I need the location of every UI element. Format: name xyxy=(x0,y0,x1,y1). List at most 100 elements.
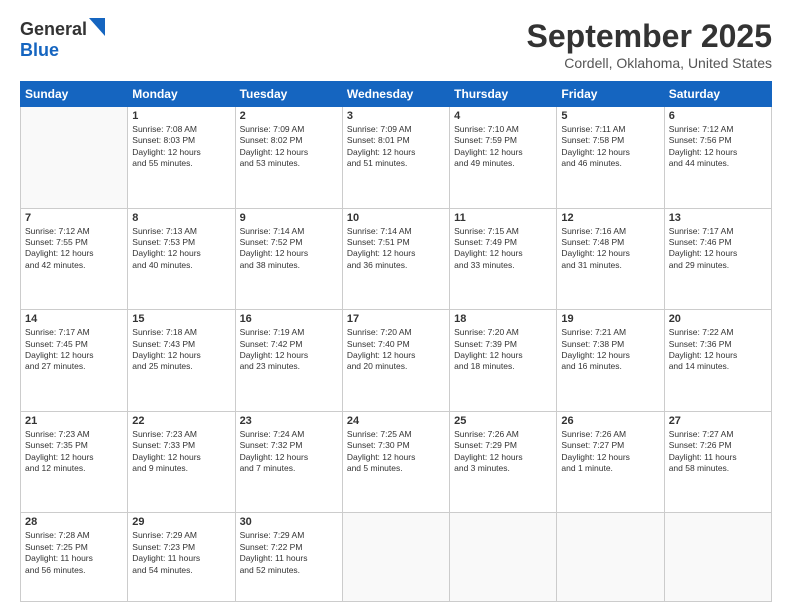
day-info: Sunrise: 7:14 AMSunset: 7:52 PMDaylight:… xyxy=(240,226,338,272)
day-number: 2 xyxy=(240,110,338,122)
day-number: 17 xyxy=(347,313,445,325)
calendar-cell: 2Sunrise: 7:09 AMSunset: 8:02 PMDaylight… xyxy=(235,107,342,209)
day-number: 6 xyxy=(669,110,767,122)
calendar-cell: 7 Sunrise: 7:12 AMSunset: 7:55 PMDaylight… xyxy=(21,208,128,310)
calendar-week-4: 21 Sunrise: 7:23 AMSunset: 7:35 PMDayligh… xyxy=(21,411,772,513)
day-number: 29 xyxy=(132,516,230,528)
day-info: Sunrise: 7:23 AMSunset: 7:35 PMDaylight:… xyxy=(25,429,123,475)
calendar-week-5: 28 Sunrise: 7:28 AMSunset: 7:25 PMDayligh… xyxy=(21,513,772,602)
day-info: Sunrise: 7:08 AMSunset: 8:03 PMDaylight:… xyxy=(132,124,230,170)
calendar-cell xyxy=(557,513,664,602)
col-friday: Friday xyxy=(557,82,664,107)
day-info: Sunrise: 7:24 AMSunset: 7:32 PMDaylight:… xyxy=(240,429,338,475)
calendar-cell: 26Sunrise: 7:26 AMSunset: 7:27 PMDayligh… xyxy=(557,411,664,513)
day-number: 13 xyxy=(669,212,767,224)
col-tuesday: Tuesday xyxy=(235,82,342,107)
day-info: Sunrise: 7:27 AMSunset: 7:26 PMDaylight:… xyxy=(669,429,767,475)
calendar-cell: 5Sunrise: 7:11 AMSunset: 7:58 PMDaylight… xyxy=(557,107,664,209)
day-info: Sunrise: 7:29 AMSunset: 7:23 PMDaylight:… xyxy=(132,530,230,576)
day-number: 24 xyxy=(347,415,445,427)
calendar-week-3: 14 Sunrise: 7:17 AMSunset: 7:45 PMDayligh… xyxy=(21,310,772,412)
calendar-cell: 12 Sunrise: 7:16 AMSunset: 7:48 PMDayligh… xyxy=(557,208,664,310)
calendar-cell: 13 Sunrise: 7:17 AMSunset: 7:46 PMDayligh… xyxy=(664,208,771,310)
calendar-week-1: 1 Sunrise: 7:08 AMSunset: 8:03 PMDaylight… xyxy=(21,107,772,209)
day-number: 8 xyxy=(132,212,230,224)
day-info: Sunrise: 7:25 AMSunset: 7:30 PMDaylight:… xyxy=(347,429,445,475)
day-info: Sunrise: 7:29 AMSunset: 7:22 PMDaylight:… xyxy=(240,530,338,576)
calendar-cell xyxy=(450,513,557,602)
location-text: Cordell, Oklahoma, United States xyxy=(527,55,772,71)
calendar-cell: 11 Sunrise: 7:15 AMSunset: 7:49 PMDayligh… xyxy=(450,208,557,310)
calendar-cell xyxy=(21,107,128,209)
day-number: 30 xyxy=(240,516,338,528)
logo-arrow-icon xyxy=(89,18,105,36)
logo: General Blue xyxy=(20,18,105,61)
calendar-cell: 17 Sunrise: 7:20 AMSunset: 7:40 PMDayligh… xyxy=(342,310,449,412)
title-block: September 2025 Cordell, Oklahoma, United… xyxy=(527,18,772,71)
calendar-cell: 10Sunrise: 7:14 AMSunset: 7:51 PMDayligh… xyxy=(342,208,449,310)
day-number: 11 xyxy=(454,212,552,224)
calendar-cell: 4 Sunrise: 7:10 AMSunset: 7:59 PMDaylight… xyxy=(450,107,557,209)
day-info: Sunrise: 7:10 AMSunset: 7:59 PMDaylight:… xyxy=(454,124,552,170)
col-saturday: Saturday xyxy=(664,82,771,107)
day-number: 9 xyxy=(240,212,338,224)
day-info: Sunrise: 7:09 AMSunset: 8:01 PMDaylight:… xyxy=(347,124,445,170)
day-info: Sunrise: 7:16 AMSunset: 7:48 PMDaylight:… xyxy=(561,226,659,272)
day-number: 28 xyxy=(25,516,123,528)
col-monday: Monday xyxy=(128,82,235,107)
day-number: 15 xyxy=(132,313,230,325)
day-info: Sunrise: 7:19 AMSunset: 7:42 PMDaylight:… xyxy=(240,327,338,373)
day-info: Sunrise: 7:20 AMSunset: 7:40 PMDaylight:… xyxy=(347,327,445,373)
calendar-cell: 21 Sunrise: 7:23 AMSunset: 7:35 PMDayligh… xyxy=(21,411,128,513)
day-number: 12 xyxy=(561,212,659,224)
day-info: Sunrise: 7:28 AMSunset: 7:25 PMDaylight:… xyxy=(25,530,123,576)
day-number: 20 xyxy=(669,313,767,325)
col-wednesday: Wednesday xyxy=(342,82,449,107)
day-info: Sunrise: 7:21 AMSunset: 7:38 PMDaylight:… xyxy=(561,327,659,373)
header: General Blue September 2025 Cordell, Okl… xyxy=(20,18,772,71)
col-sunday: Sunday xyxy=(21,82,128,107)
header-row: Sunday Monday Tuesday Wednesday Thursday… xyxy=(21,82,772,107)
day-number: 4 xyxy=(454,110,552,122)
calendar-cell: 29 Sunrise: 7:29 AMSunset: 7:23 PMDayligh… xyxy=(128,513,235,602)
day-info: Sunrise: 7:12 AMSunset: 7:55 PMDaylight:… xyxy=(25,226,123,272)
day-number: 22 xyxy=(132,415,230,427)
day-info: Sunrise: 7:26 AMSunset: 7:29 PMDaylight:… xyxy=(454,429,552,475)
logo-general-text: General xyxy=(20,20,87,40)
calendar-cell: 6 Sunrise: 7:12 AMSunset: 7:56 PMDaylight… xyxy=(664,107,771,209)
day-info: Sunrise: 7:22 AMSunset: 7:36 PMDaylight:… xyxy=(669,327,767,373)
calendar-cell: 3 Sunrise: 7:09 AMSunset: 8:01 PMDaylight… xyxy=(342,107,449,209)
day-info: Sunrise: 7:13 AMSunset: 7:53 PMDaylight:… xyxy=(132,226,230,272)
day-info: Sunrise: 7:18 AMSunset: 7:43 PMDaylight:… xyxy=(132,327,230,373)
calendar-week-2: 7 Sunrise: 7:12 AMSunset: 7:55 PMDaylight… xyxy=(21,208,772,310)
day-number: 3 xyxy=(347,110,445,122)
calendar-cell: 1 Sunrise: 7:08 AMSunset: 8:03 PMDaylight… xyxy=(128,107,235,209)
col-thursday: Thursday xyxy=(450,82,557,107)
day-info: Sunrise: 7:15 AMSunset: 7:49 PMDaylight:… xyxy=(454,226,552,272)
calendar-cell: 28 Sunrise: 7:28 AMSunset: 7:25 PMDayligh… xyxy=(21,513,128,602)
day-number: 7 xyxy=(25,212,123,224)
calendar-cell: 8 Sunrise: 7:13 AMSunset: 7:53 PMDaylight… xyxy=(128,208,235,310)
calendar-cell: 20 Sunrise: 7:22 AMSunset: 7:36 PMDayligh… xyxy=(664,310,771,412)
day-number: 16 xyxy=(240,313,338,325)
calendar-table: Sunday Monday Tuesday Wednesday Thursday… xyxy=(20,81,772,602)
day-info: Sunrise: 7:17 AMSunset: 7:45 PMDaylight:… xyxy=(25,327,123,373)
day-number: 1 xyxy=(132,110,230,122)
logo-blue-text: Blue xyxy=(20,41,59,61)
calendar-cell: 16 Sunrise: 7:19 AMSunset: 7:42 PMDayligh… xyxy=(235,310,342,412)
day-info: Sunrise: 7:26 AMSunset: 7:27 PMDaylight:… xyxy=(561,429,659,475)
day-number: 18 xyxy=(454,313,552,325)
day-info: Sunrise: 7:17 AMSunset: 7:46 PMDaylight:… xyxy=(669,226,767,272)
calendar-cell: 15 Sunrise: 7:18 AMSunset: 7:43 PMDayligh… xyxy=(128,310,235,412)
calendar-cell: 22Sunrise: 7:23 AMSunset: 7:33 PMDayligh… xyxy=(128,411,235,513)
month-title: September 2025 xyxy=(527,18,772,55)
day-number: 21 xyxy=(25,415,123,427)
calendar-header: Sunday Monday Tuesday Wednesday Thursday… xyxy=(21,82,772,107)
day-info: Sunrise: 7:12 AMSunset: 7:56 PMDaylight:… xyxy=(669,124,767,170)
day-number: 23 xyxy=(240,415,338,427)
calendar-cell: 19 Sunrise: 7:21 AMSunset: 7:38 PMDayligh… xyxy=(557,310,664,412)
day-info: Sunrise: 7:11 AMSunset: 7:58 PMDaylight:… xyxy=(561,124,659,170)
day-number: 19 xyxy=(561,313,659,325)
day-number: 14 xyxy=(25,313,123,325)
calendar-cell: 18Sunrise: 7:20 AMSunset: 7:39 PMDayligh… xyxy=(450,310,557,412)
